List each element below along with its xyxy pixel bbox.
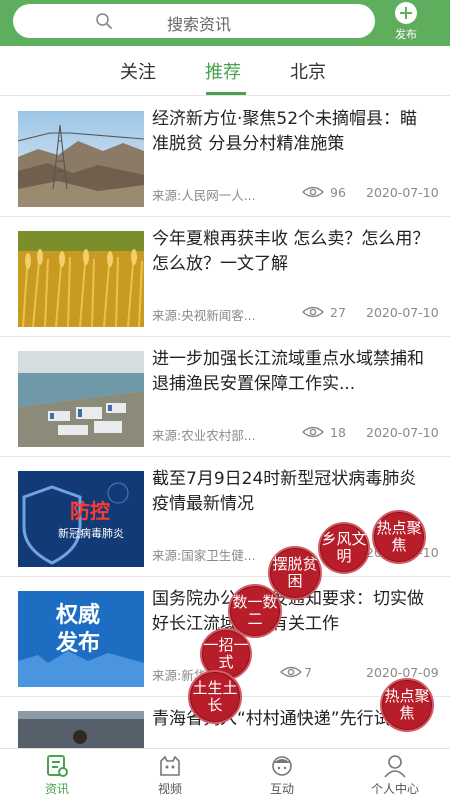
seal-stamp[interactable]: 土生土长 [188,670,242,724]
nav-label: 视频 [157,782,182,796]
nav-profile[interactable]: 个人中心 [355,753,435,797]
publish-button[interactable]: 发布 [384,2,428,42]
article-thumbnail [18,111,144,207]
tab-follow[interactable]: 关注 [120,58,156,84]
article-source: 来源:人民网一人... [152,188,256,203]
category-tabs: 关注 推荐 北京 [0,46,450,96]
eye-icon [280,666,302,678]
view-count: 96 [330,185,346,200]
bottom-nav: 资讯 视频 互动 个人中心 [0,748,450,800]
eye-icon [302,186,324,198]
thumb-caption-main: 防控 [70,499,110,523]
search-icon [96,13,112,29]
seal-stamp[interactable]: 乡风文明 [318,522,370,574]
view-count: 18 [330,425,346,440]
article-title: 截至7月9日24时新型冠状病毒肺炎疫情最新情况 [152,469,417,514]
article-date: 2020-07-10 [366,425,439,440]
article-source: 来源:央视新闻客... [152,308,256,323]
article-date: 2020-07-10 [366,305,439,320]
article-title: 经济新方位·聚焦52个未摘帽县：瞄准脱贫 分县分村精准施策 [152,109,418,154]
tab-recommend[interactable]: 推荐 [205,58,241,84]
interact-icon [272,756,292,776]
video-icon [160,755,180,776]
view-count: 27 [330,305,346,320]
tab-beijing[interactable]: 北京 [290,58,326,84]
nav-label: 资讯 [44,782,69,796]
nav-video[interactable]: 视频 [130,753,210,797]
view-count: 7 [304,665,312,680]
nav-label: 互动 [269,782,294,796]
article-thumbnail [18,711,144,748]
seal-stamp[interactable]: 热点聚焦 [372,510,426,564]
search-input[interactable]: 搜索资讯 [13,4,375,38]
list-item[interactable]: 今年夏粮再获丰收 怎么卖？怎么用？怎么放？一文了解 来源:央视新闻客... 27… [0,217,450,337]
seal-stamp[interactable]: 摆脱贫困 [268,546,322,600]
top-bar: 搜索资讯 发布 [0,0,450,46]
profile-icon [384,755,406,778]
eye-icon [302,426,324,438]
list-item[interactable]: 经济新方位·聚焦52个未摘帽县：瞄准脱贫 分县分村精准施策 来源:人民网一人..… [0,97,450,217]
article-source: 来源:农业农村部... [152,428,256,443]
article-source: 来源:国家卫生健... [152,548,256,563]
eye-icon [302,306,324,318]
article-thumbnail [18,351,144,447]
article-title: 今年夏粮再获丰收 怎么卖？怎么用？怎么放？一文了解 [152,229,430,274]
article-date: 2020-07-10 [366,185,439,200]
active-tab-indicator [206,92,246,95]
thumb-caption-sub: 发布 [56,631,101,656]
news-icon [47,755,68,777]
article-thumbnail [18,231,144,327]
list-item[interactable]: 进一步加强长江流域重点水域禁捕和退捕渔民安置保障工作实... 来源:农业农村部.… [0,337,450,457]
publish-label: 发布 [395,28,417,41]
nav-label: 个人中心 [370,782,419,796]
seal-stamp[interactable]: 热点聚焦 [380,678,434,732]
thumb-caption-sub: 新冠病毒肺炎 [58,527,124,540]
article-title: 进一步加强长江流域重点水域禁捕和退捕渔民安置保障工作实... [152,349,424,394]
plus-icon [395,2,417,24]
nav-interact[interactable]: 互动 [242,753,322,797]
search-placeholder: 搜索资讯 [167,15,232,34]
article-thumbnail: 防控 新冠病毒肺炎 [18,471,144,567]
article-thumbnail: 权威 发布 [18,591,144,687]
nav-news[interactable]: 资讯 [17,753,97,797]
